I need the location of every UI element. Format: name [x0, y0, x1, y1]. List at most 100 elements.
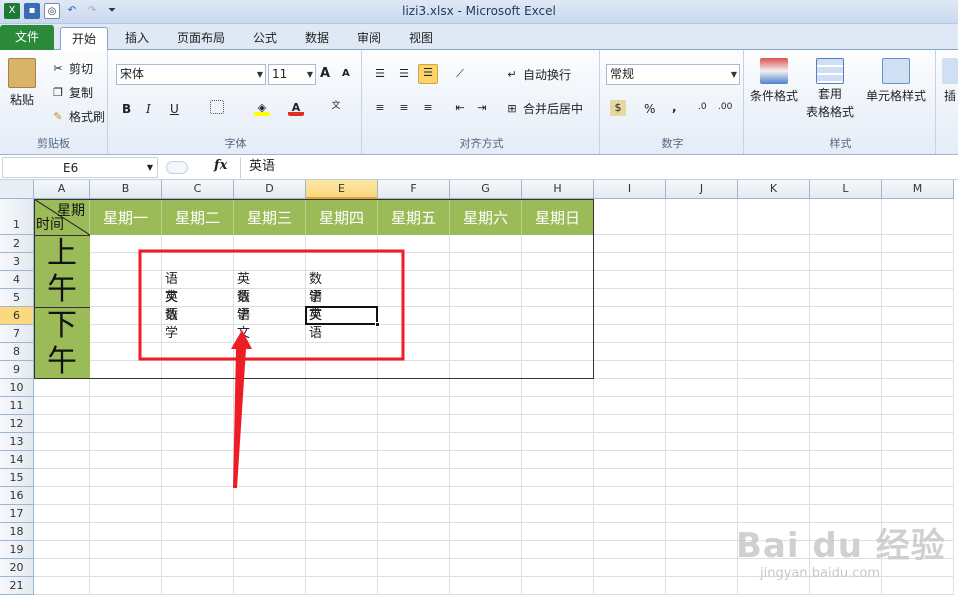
- paint-bucket-icon: ◈: [254, 100, 270, 116]
- row-header-16[interactable]: 16: [0, 487, 34, 505]
- header-cell-e[interactable]: 星期四: [306, 199, 378, 235]
- insert-cells-button[interactable]: 插: [942, 58, 958, 104]
- row-header-5[interactable]: 5: [0, 289, 34, 307]
- align-top-button[interactable]: ☰: [372, 66, 388, 82]
- row-header-6[interactable]: 6: [0, 307, 34, 325]
- weekday-label: 星期四: [318, 208, 364, 227]
- shrink-font-button[interactable]: A: [342, 68, 350, 79]
- row-header-18[interactable]: 18: [0, 523, 34, 541]
- fill-color-button[interactable]: ◈: [254, 100, 270, 116]
- copy-button[interactable]: ❐ 复制: [50, 84, 93, 101]
- column-header-g[interactable]: G: [450, 180, 522, 199]
- tab-view[interactable]: 视图: [398, 27, 444, 50]
- column-header-h[interactable]: H: [522, 180, 594, 199]
- font-color-button[interactable]: A: [288, 100, 304, 116]
- italic-button[interactable]: I: [146, 102, 151, 116]
- header-cell-b[interactable]: 星期一: [90, 199, 162, 235]
- cell-styles-button[interactable]: 单元格样式: [866, 58, 926, 104]
- row-header-15[interactable]: 15: [0, 469, 34, 487]
- bold-button[interactable]: B: [122, 102, 131, 116]
- tab-insert[interactable]: 插入: [114, 27, 160, 50]
- column-header-d[interactable]: D: [234, 180, 306, 199]
- orientation-button[interactable]: ⟋: [452, 66, 468, 82]
- borders-button[interactable]: [210, 100, 224, 114]
- row-header-17[interactable]: 17: [0, 505, 34, 523]
- tab-home[interactable]: 开始: [60, 27, 108, 50]
- align-middle-icon: ☰: [399, 67, 409, 80]
- alignment-label: 对齐方式: [459, 137, 504, 150]
- row-header-10[interactable]: 10: [0, 379, 34, 397]
- font-name-select[interactable]: 宋体 ▼: [116, 64, 266, 85]
- header-cell-d[interactable]: 星期三: [234, 199, 306, 235]
- column-header-m[interactable]: M: [882, 180, 954, 199]
- row-header-8[interactable]: 8: [0, 343, 34, 361]
- row-header-2[interactable]: 2: [0, 235, 34, 253]
- row-header-11[interactable]: 11: [0, 397, 34, 415]
- row-header-7[interactable]: 7: [0, 325, 34, 343]
- conditional-formatting-button[interactable]: 条件格式: [750, 58, 798, 104]
- column-header-c[interactable]: C: [162, 180, 234, 199]
- row-header-20[interactable]: 20: [0, 559, 34, 577]
- grow-font-button[interactable]: A: [320, 66, 330, 81]
- schedule-cell-c6[interactable]: 数学: [165, 307, 178, 343]
- phonetic-button[interactable]: 文: [328, 98, 344, 114]
- format-as-table-button[interactable]: 套用 表格格式: [806, 58, 854, 120]
- row-header-12[interactable]: 12: [0, 415, 34, 433]
- header-cell-h[interactable]: 星期日: [522, 199, 594, 235]
- tab-data[interactable]: 数据: [294, 27, 340, 50]
- name-box[interactable]: E6 ▼: [2, 157, 158, 178]
- increase-indent-button[interactable]: ⇥: [474, 100, 490, 116]
- afternoon-cell[interactable]: 下午: [34, 307, 90, 379]
- number-format-select[interactable]: 常规 ▼: [606, 64, 740, 85]
- insert-function-button[interactable]: fx: [214, 158, 227, 173]
- align-left-button[interactable]: ≡: [372, 100, 388, 116]
- diagonal-header-cell[interactable]: 星期 时间: [34, 199, 90, 235]
- font-group: 宋体 ▼ 11 ▼ A A B I U ◈ A 文 字体: [110, 50, 362, 154]
- formula-input[interactable]: 英语: [240, 157, 956, 178]
- comma-button[interactable]: ,: [672, 100, 677, 114]
- underline-button[interactable]: U: [170, 102, 179, 116]
- row-header-21[interactable]: 21: [0, 577, 34, 595]
- format-painter-button[interactable]: ✎ 格式刷: [50, 108, 105, 125]
- schedule-cell-e6[interactable]: 英语: [309, 307, 322, 343]
- paste-button[interactable]: 粘贴: [8, 58, 36, 108]
- font-size-select[interactable]: 11 ▼: [268, 64, 316, 85]
- column-header-e[interactable]: E: [306, 180, 378, 199]
- header-cell-g[interactable]: 星期六: [450, 199, 522, 235]
- accounting-format-button[interactable]: $: [610, 100, 626, 116]
- increase-decimal-button[interactable]: .0: [698, 102, 707, 112]
- decrease-decimal-button[interactable]: .00: [718, 102, 732, 112]
- row-header-14[interactable]: 14: [0, 451, 34, 469]
- align-middle-button[interactable]: ☰: [396, 66, 412, 82]
- tab-formulas[interactable]: 公式: [242, 27, 288, 50]
- header-cell-c[interactable]: 星期二: [162, 199, 234, 235]
- align-bottom-button[interactable]: ☰: [418, 64, 438, 84]
- row-header-4[interactable]: 4: [0, 271, 34, 289]
- decrease-indent-button[interactable]: ⇤: [452, 100, 468, 116]
- column-header-j[interactable]: J: [666, 180, 738, 199]
- column-header-b[interactable]: B: [90, 180, 162, 199]
- align-right-button[interactable]: ≡: [420, 100, 436, 116]
- header-cell-f[interactable]: 星期五: [378, 199, 450, 235]
- column-header-k[interactable]: K: [738, 180, 810, 199]
- row-header-3[interactable]: 3: [0, 253, 34, 271]
- row-header-1[interactable]: 1: [0, 199, 34, 235]
- wrap-text-button[interactable]: ↵ 自动换行: [504, 66, 571, 83]
- tab-page-layout[interactable]: 页面布局: [168, 27, 234, 50]
- column-header-l[interactable]: L: [810, 180, 882, 199]
- row-header-19[interactable]: 19: [0, 541, 34, 559]
- row-header-9[interactable]: 9: [0, 361, 34, 379]
- align-center-button[interactable]: ≡: [396, 100, 412, 116]
- percent-button[interactable]: %: [644, 102, 655, 116]
- row-header-13[interactable]: 13: [0, 433, 34, 451]
- schedule-cell-d6[interactable]: 语文: [237, 307, 250, 343]
- merge-center-button[interactable]: ⊞ 合并后居中: [504, 100, 583, 117]
- morning-cell[interactable]: 上午: [34, 235, 90, 307]
- select-all-button[interactable]: [0, 180, 34, 199]
- tab-review[interactable]: 审阅: [346, 27, 392, 50]
- column-header-i[interactable]: I: [594, 180, 666, 199]
- cut-button[interactable]: ✂ 剪切: [50, 60, 93, 77]
- column-header-f[interactable]: F: [378, 180, 450, 199]
- tab-file[interactable]: 文件: [0, 25, 54, 50]
- column-header-a[interactable]: A: [34, 180, 90, 199]
